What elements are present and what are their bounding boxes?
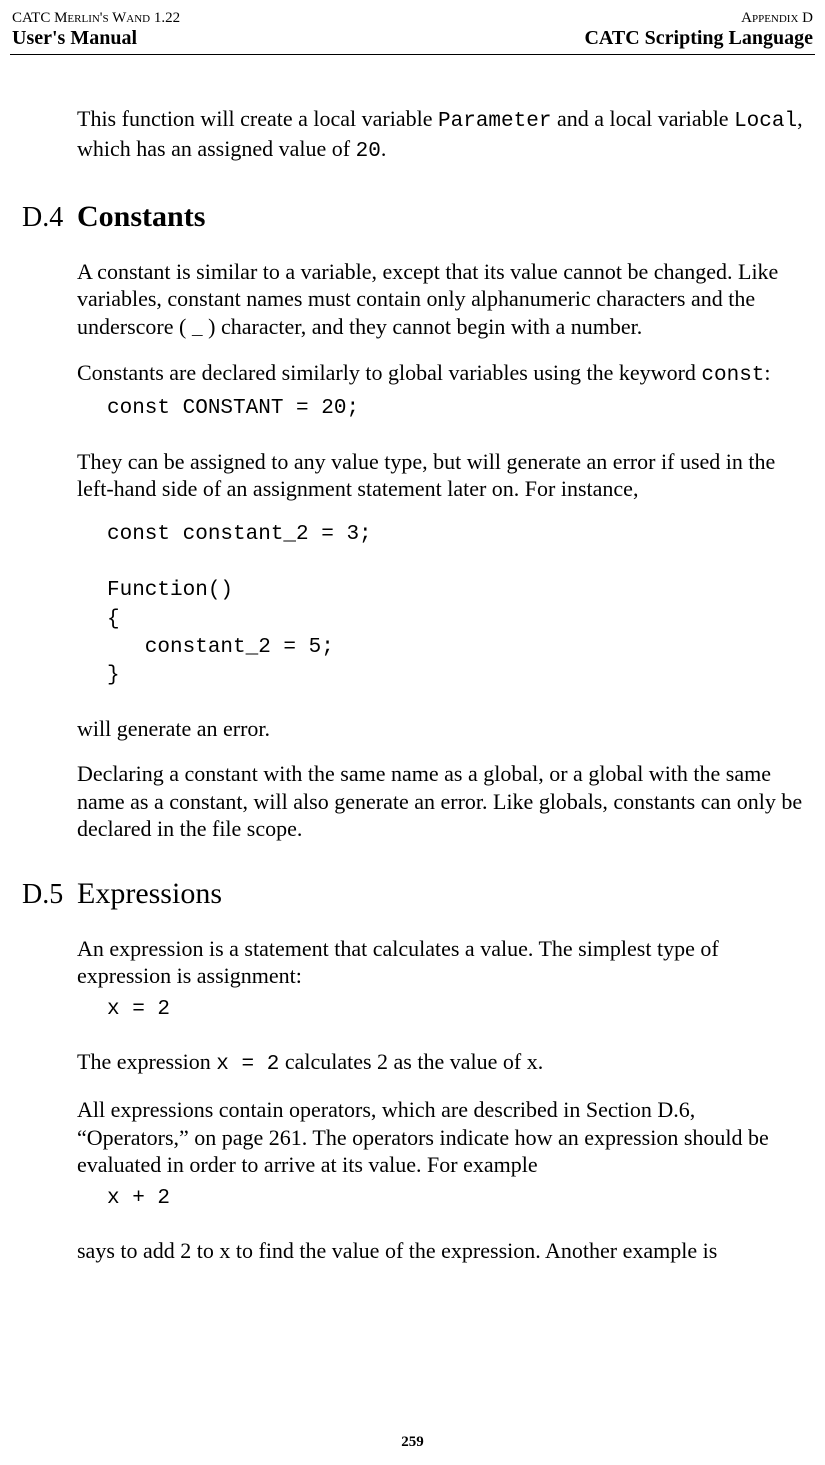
code-inline: Local	[734, 110, 797, 133]
header-bottom-right: CATC Scripting Language	[584, 27, 813, 50]
code-inline: Parameter	[438, 110, 551, 133]
d4-p1: A constant is similar to a variable, exc…	[77, 258, 803, 342]
header-top: CATC Merlin's Wand 1.22 Appendix D	[10, 10, 815, 27]
section-d4-heading: D.4 Constants	[22, 200, 803, 234]
page-footer: 259	[0, 1434, 825, 1451]
section-number: D.4	[22, 202, 77, 234]
text: Constants are declared similarly to glob…	[77, 360, 701, 385]
section-d5-heading: D.5 Expressions	[22, 877, 803, 911]
code-inline: x = 2	[216, 1053, 279, 1076]
d5-code1: x = 2	[107, 996, 803, 1024]
intro-paragraph: This function will create a local variab…	[77, 105, 803, 166]
section-number: D.5	[22, 879, 77, 911]
header-top-right: Appendix D	[741, 10, 813, 27]
d4-p3: They can be assigned to any value type, …	[77, 448, 803, 503]
text: The expression	[77, 1049, 216, 1074]
text: .	[381, 136, 387, 161]
header-bottom: User's Manual CATC Scripting Language	[10, 27, 815, 55]
d4-code1: const CONSTANT = 20;	[107, 395, 803, 423]
header-top-left: CATC Merlin's Wand 1.22	[12, 10, 180, 27]
section-title: Expressions	[77, 877, 222, 911]
header-bottom-left: User's Manual	[12, 27, 137, 50]
text: ) character, and they cannot begin with …	[203, 314, 643, 339]
code-inline: 20	[356, 140, 381, 163]
d5-p4: says to add 2 to x to find the value of …	[77, 1237, 803, 1265]
d4-p5: Declaring a constant with the same name …	[77, 760, 803, 843]
text: calculates 2 as the value of x.	[279, 1049, 543, 1074]
code-inline: const	[701, 364, 764, 387]
text: :	[764, 360, 770, 385]
text: This function will create a local variab…	[77, 106, 438, 131]
d4-code2: const constant_2 = 3; Function() { const…	[107, 521, 803, 691]
section-title: Constants	[77, 200, 205, 234]
d5-p3: All expressions contain operators, which…	[77, 1096, 803, 1179]
text: and a local variable	[551, 106, 734, 131]
page-number: 259	[401, 1434, 424, 1450]
d5-p1: An expression is a statement that calcul…	[77, 935, 803, 990]
d5-code2: x + 2	[107, 1185, 803, 1213]
d5-p2: The expression x = 2 calculates 2 as the…	[77, 1048, 803, 1078]
d4-p4: will generate an error.	[77, 715, 803, 743]
underscore-char: _	[192, 320, 203, 340]
d4-p2: Constants are declared similarly to glob…	[77, 359, 803, 389]
